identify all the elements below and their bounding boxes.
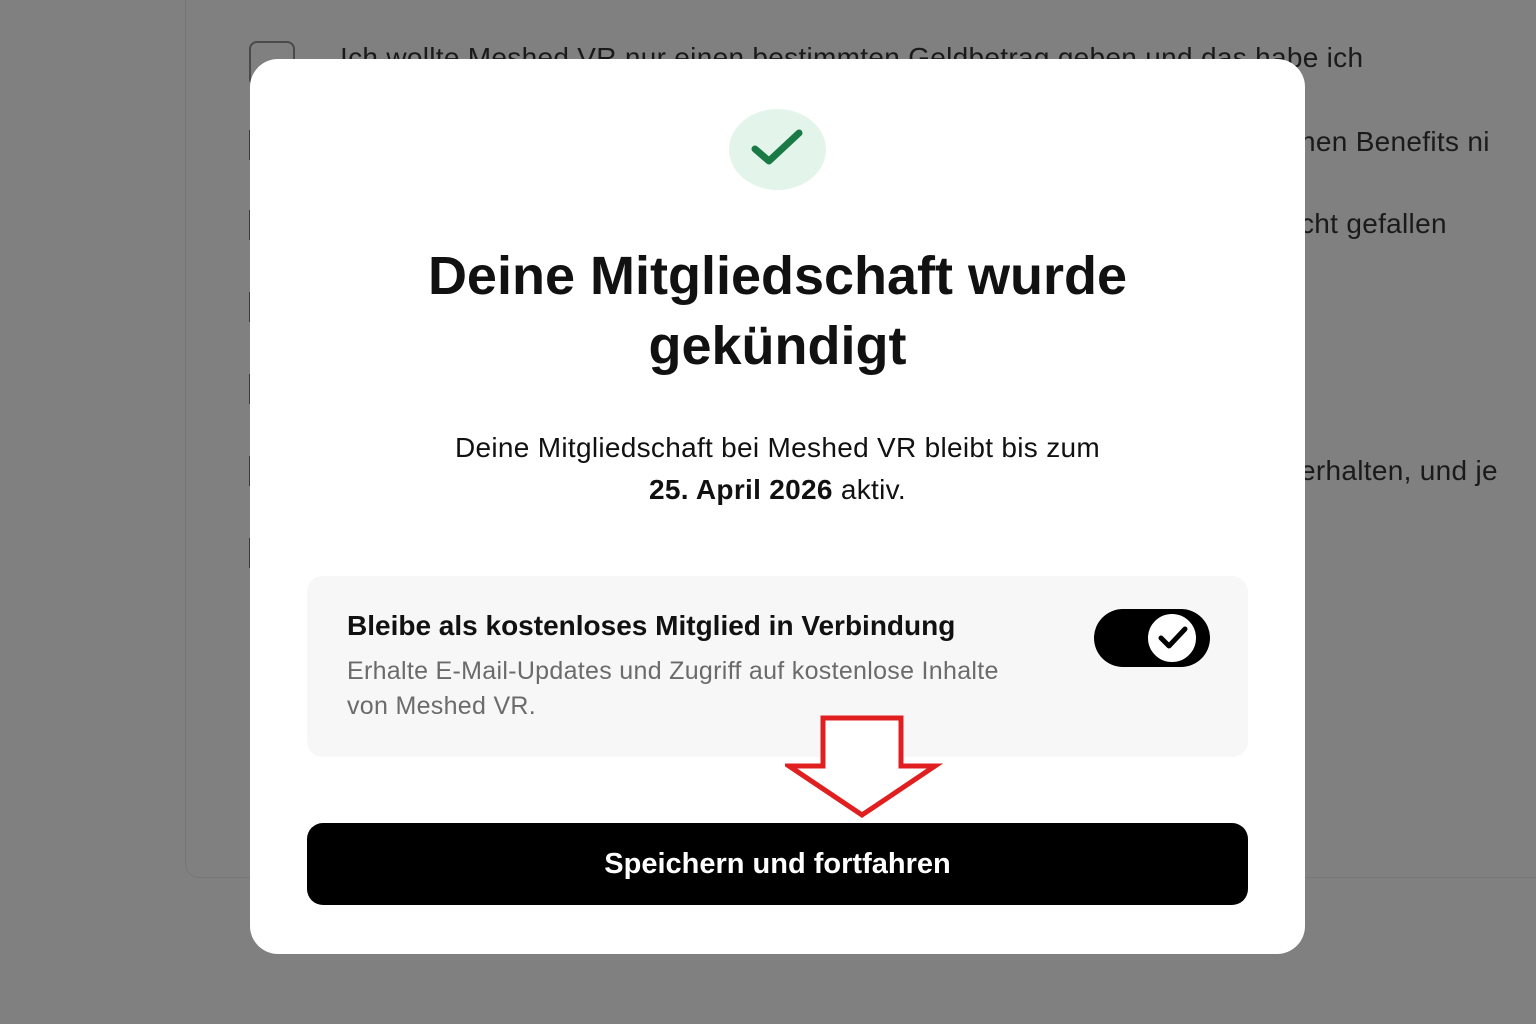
modal-description: Deine Mitgliedschaft bei Meshed VR bleib… (250, 427, 1305, 511)
background-option-text: erhalten, und je (1300, 455, 1498, 486)
success-badge (729, 109, 826, 190)
description-prefix: Deine Mitgliedschaft bei Meshed VR bleib… (454, 432, 1100, 463)
modal-title: Deine Mitgliedschaft wurde gekündigt (427, 246, 1128, 376)
description-suffix: aktiv. (840, 474, 906, 505)
background-option-text: cht gefallen (1300, 208, 1447, 239)
free-member-toggle[interactable] (1094, 609, 1210, 667)
free-member-title: Bleibe als kostenloses Mitglied in Verbi… (347, 610, 956, 641)
annotation-down-arrow-icon (785, 715, 944, 819)
cancellation-confirmation-modal: Deine Mitgliedschaft wurde gekündigt Dei… (250, 59, 1305, 954)
background-option-text: nen Benefits ni (1300, 126, 1490, 157)
toggle-knob (1148, 614, 1196, 662)
free-member-option: Bleibe als kostenloses Mitglied in Verbi… (307, 576, 1248, 757)
check-icon (1158, 626, 1188, 649)
checkmark-icon (751, 129, 803, 165)
save-and-continue-button[interactable]: Speichern und fortfahren (307, 823, 1248, 905)
membership-end-date: 25. April 2026 (649, 474, 833, 505)
